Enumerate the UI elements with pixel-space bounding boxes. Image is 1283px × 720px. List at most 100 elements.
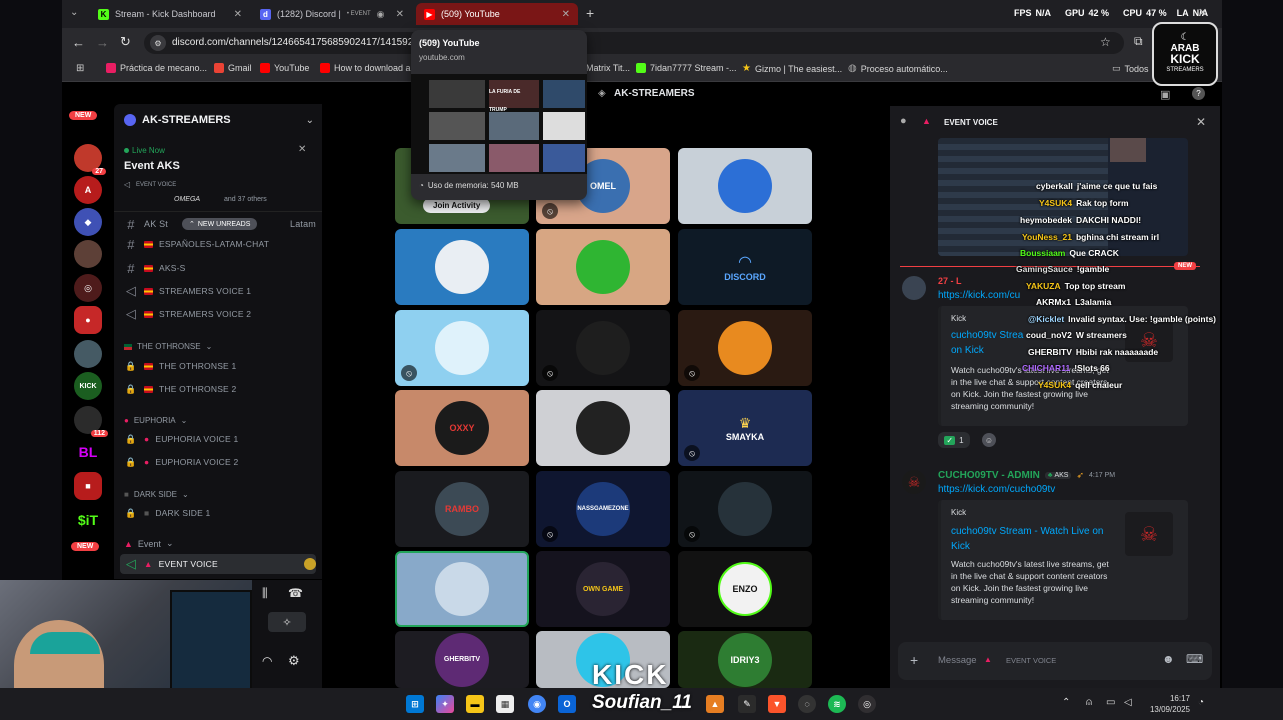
obs-icon[interactable]: ◎ xyxy=(858,695,876,713)
channel-streamers-voice-2[interactable]: ◁ STREAMERS VOICE 2 xyxy=(124,304,316,324)
channel-streamers-voice-1[interactable]: ◁ STREAMERS VOICE 1 xyxy=(124,281,316,301)
app-icon[interactable]: ✎ xyxy=(738,695,756,713)
app-icon[interactable]: ▲ xyxy=(706,695,724,713)
message-author[interactable]: CUCHO09TV - ADMIN xyxy=(938,470,1040,481)
outlook-icon[interactable]: O xyxy=(558,695,576,713)
category-euphoria[interactable]: ● EUPHORIA ⌄ xyxy=(124,416,187,425)
close-window-icon[interactable]: ✕ xyxy=(1198,6,1207,19)
tab-discord[interactable]: d (1282) Discord | • EVENT ◉ ✕ xyxy=(252,3,412,25)
bookmark-item[interactable]: Gmail xyxy=(214,63,252,73)
store-icon[interactable]: ▦ xyxy=(496,695,514,713)
headphones-icon[interactable]: ◠ xyxy=(262,654,272,668)
close-icon[interactable]: ✕ xyxy=(396,9,404,20)
server-icon[interactable] xyxy=(74,340,102,368)
participant-tile[interactable]: ⦸ xyxy=(678,471,812,547)
file-explorer-icon[interactable]: ▬ xyxy=(466,695,484,713)
message-link[interactable]: https://kick.com/cucho09tv xyxy=(938,484,1055,495)
close-icon[interactable]: ✕ xyxy=(562,9,570,20)
inbox-icon[interactable]: ▣ xyxy=(1160,88,1170,101)
participant-tile[interactable]: GHERBITV xyxy=(395,631,529,688)
tab-kick-dashboard[interactable]: K Stream - Kick Dashboard ✕ xyxy=(90,3,250,25)
participant-tile[interactable]: NASSGAMEZONE ⦸ xyxy=(536,471,670,547)
user-avatar[interactable] xyxy=(902,276,926,300)
server-icon[interactable]: 112 xyxy=(74,406,108,437)
brave-icon[interactable]: ▼ xyxy=(768,695,786,713)
join-activity-button[interactable]: Join Activity xyxy=(423,198,491,213)
soundwave-icon[interactable]: ⫼ xyxy=(262,586,268,601)
live-event-card[interactable]: Live Now ✕ Event AKS EVENT VOICE ◁ OMEGA… xyxy=(114,138,322,212)
copilot-icon[interactable]: ✦ xyxy=(436,695,454,713)
mic-icon[interactable]: ⍝ xyxy=(1086,697,1092,708)
channel-euphoria-voice-2[interactable]: 🔒 ● EUPHORIA VOICE 2 xyxy=(124,452,316,472)
server-icon[interactable]: ◎ xyxy=(74,274,102,302)
close-icon[interactable]: ✕ xyxy=(298,144,306,155)
bookmark-item[interactable]: YouTube xyxy=(260,63,309,73)
tab-search-chevron-icon[interactable]: ⌄ xyxy=(70,7,78,18)
channel-event-voice-active[interactable]: ◁ ▲ EVENT VOICE xyxy=(120,554,316,574)
embed-title-end[interactable]: on Kick xyxy=(951,345,984,356)
message-input[interactable]: + Message ▲ EVENT VOICE ☻ ⌨ xyxy=(898,642,1212,680)
server-icon[interactable]: $iT xyxy=(74,506,102,534)
chrome-icon[interactable]: ◉ xyxy=(528,695,546,713)
close-icon[interactable]: ✕ xyxy=(1196,115,1206,129)
bookmark-item[interactable]: 7idan7777 Stream -... xyxy=(636,63,737,73)
apps-grid-icon[interactable]: ⊞ xyxy=(76,63,84,74)
message-link[interactable]: https://kick.com/cu xyxy=(938,290,1020,301)
reload-icon[interactable]: ↻ xyxy=(120,34,131,50)
site-info-icon[interactable]: ⚙ xyxy=(150,35,166,51)
participant-tile[interactable] xyxy=(536,229,670,305)
gamepad-icon[interactable]: ⌨ xyxy=(1186,652,1203,666)
address-field[interactable]: ⚙ discord.com/channels/12466541756859024… xyxy=(144,32,1124,54)
clock[interactable]: 16:17 13/09/2025 xyxy=(1140,693,1190,715)
notifications-icon[interactable]: ◔ xyxy=(1198,697,1204,708)
bookmark-item[interactable]: Práctica de mecano... xyxy=(106,63,207,73)
channel-othronse-2[interactable]: 🔒 THE OTHRONSE 2 xyxy=(124,379,316,399)
app-icon[interactable]: ◌ xyxy=(798,695,816,713)
bookmark-item[interactable]: How to download a... xyxy=(320,63,418,73)
participant-tile[interactable] xyxy=(395,229,529,305)
user-avatar[interactable]: ☠ xyxy=(902,470,926,494)
server-icon[interactable]: ■ xyxy=(74,472,102,500)
category-dark-side[interactable]: ■ DARK SIDE ⌄ xyxy=(124,490,189,499)
category-othronse[interactable]: THE OTHRONSE ⌄ xyxy=(124,342,212,351)
new-tab-button[interactable]: + xyxy=(586,5,594,21)
add-reaction-icon[interactable]: ☺ xyxy=(982,433,996,447)
windows-start-icon[interactable]: ⊞ xyxy=(406,695,424,713)
participant-tile-speaking[interactable] xyxy=(395,551,529,627)
tray-chevron-icon[interactable]: ⌃ xyxy=(1062,697,1070,708)
reaction-check[interactable]: ✓ 1 xyxy=(938,432,970,448)
participant-tile[interactable]: ♛ SMAYKA ⦸ xyxy=(678,390,812,466)
audio-icon[interactable]: ◉ xyxy=(377,9,385,20)
bookmarks-folder[interactable]: ▭ Todos xyxy=(1112,63,1149,74)
participant-tile[interactable]: ⦸ xyxy=(678,310,812,386)
add-attachment-icon[interactable]: + xyxy=(910,652,918,668)
channel-othronse-1[interactable]: 🔒 THE OTHRONSE 1 xyxy=(124,356,316,376)
channel-euphoria-voice-1[interactable]: 🔒 ● EUPHORIA VOICE 1 xyxy=(124,429,316,449)
server-icon[interactable]: A xyxy=(74,176,102,204)
settings-gear-icon[interactable]: ⚙ xyxy=(288,653,300,669)
server-icon[interactable] xyxy=(74,240,102,268)
participant-tile[interactable] xyxy=(678,148,812,224)
participant-tile[interactable]: ⦸ xyxy=(536,310,670,386)
participant-tile[interactable]: ◠ DISCORD xyxy=(678,229,812,305)
embed-title[interactable]: cucho09tv Stream - Watch Live on Kick xyxy=(951,524,1121,554)
participant-tile[interactable]: ⦸ xyxy=(395,310,529,386)
close-icon[interactable]: ✕ xyxy=(234,9,242,20)
category-event[interactable]: ▲ Event ⌄ xyxy=(124,538,173,549)
server-icon[interactable]: ● xyxy=(74,306,102,334)
participant-tile[interactable]: ENZO xyxy=(678,551,812,627)
tab-youtube[interactable]: ▶ (509) YouTube ✕ xyxy=(416,3,578,25)
back-icon[interactable]: ← xyxy=(72,35,85,50)
participant-tile[interactable] xyxy=(536,390,670,466)
participant-tile[interactable]: OXXY xyxy=(395,390,529,466)
server-header[interactable]: AK-STREAMERS ⌄ xyxy=(124,114,314,126)
bookmark-item[interactable]: ◍ Proceso automático... xyxy=(848,63,948,74)
server-icon[interactable]: ◆ xyxy=(74,208,102,236)
forward-icon[interactable]: → xyxy=(96,35,109,50)
disconnect-icon[interactable]: ☎ xyxy=(288,586,303,600)
help-icon[interactable]: ? xyxy=(1192,87,1205,100)
participant-tile[interactable]: IDRIY3 xyxy=(678,631,812,688)
new-unreads-pill[interactable]: ⌃ NEW UNREADS xyxy=(182,218,258,230)
channel-dark-side-1[interactable]: 🔒 ■ DARK SIDE 1 xyxy=(124,503,316,523)
network-icon[interactable]: ▭ xyxy=(1106,697,1115,708)
